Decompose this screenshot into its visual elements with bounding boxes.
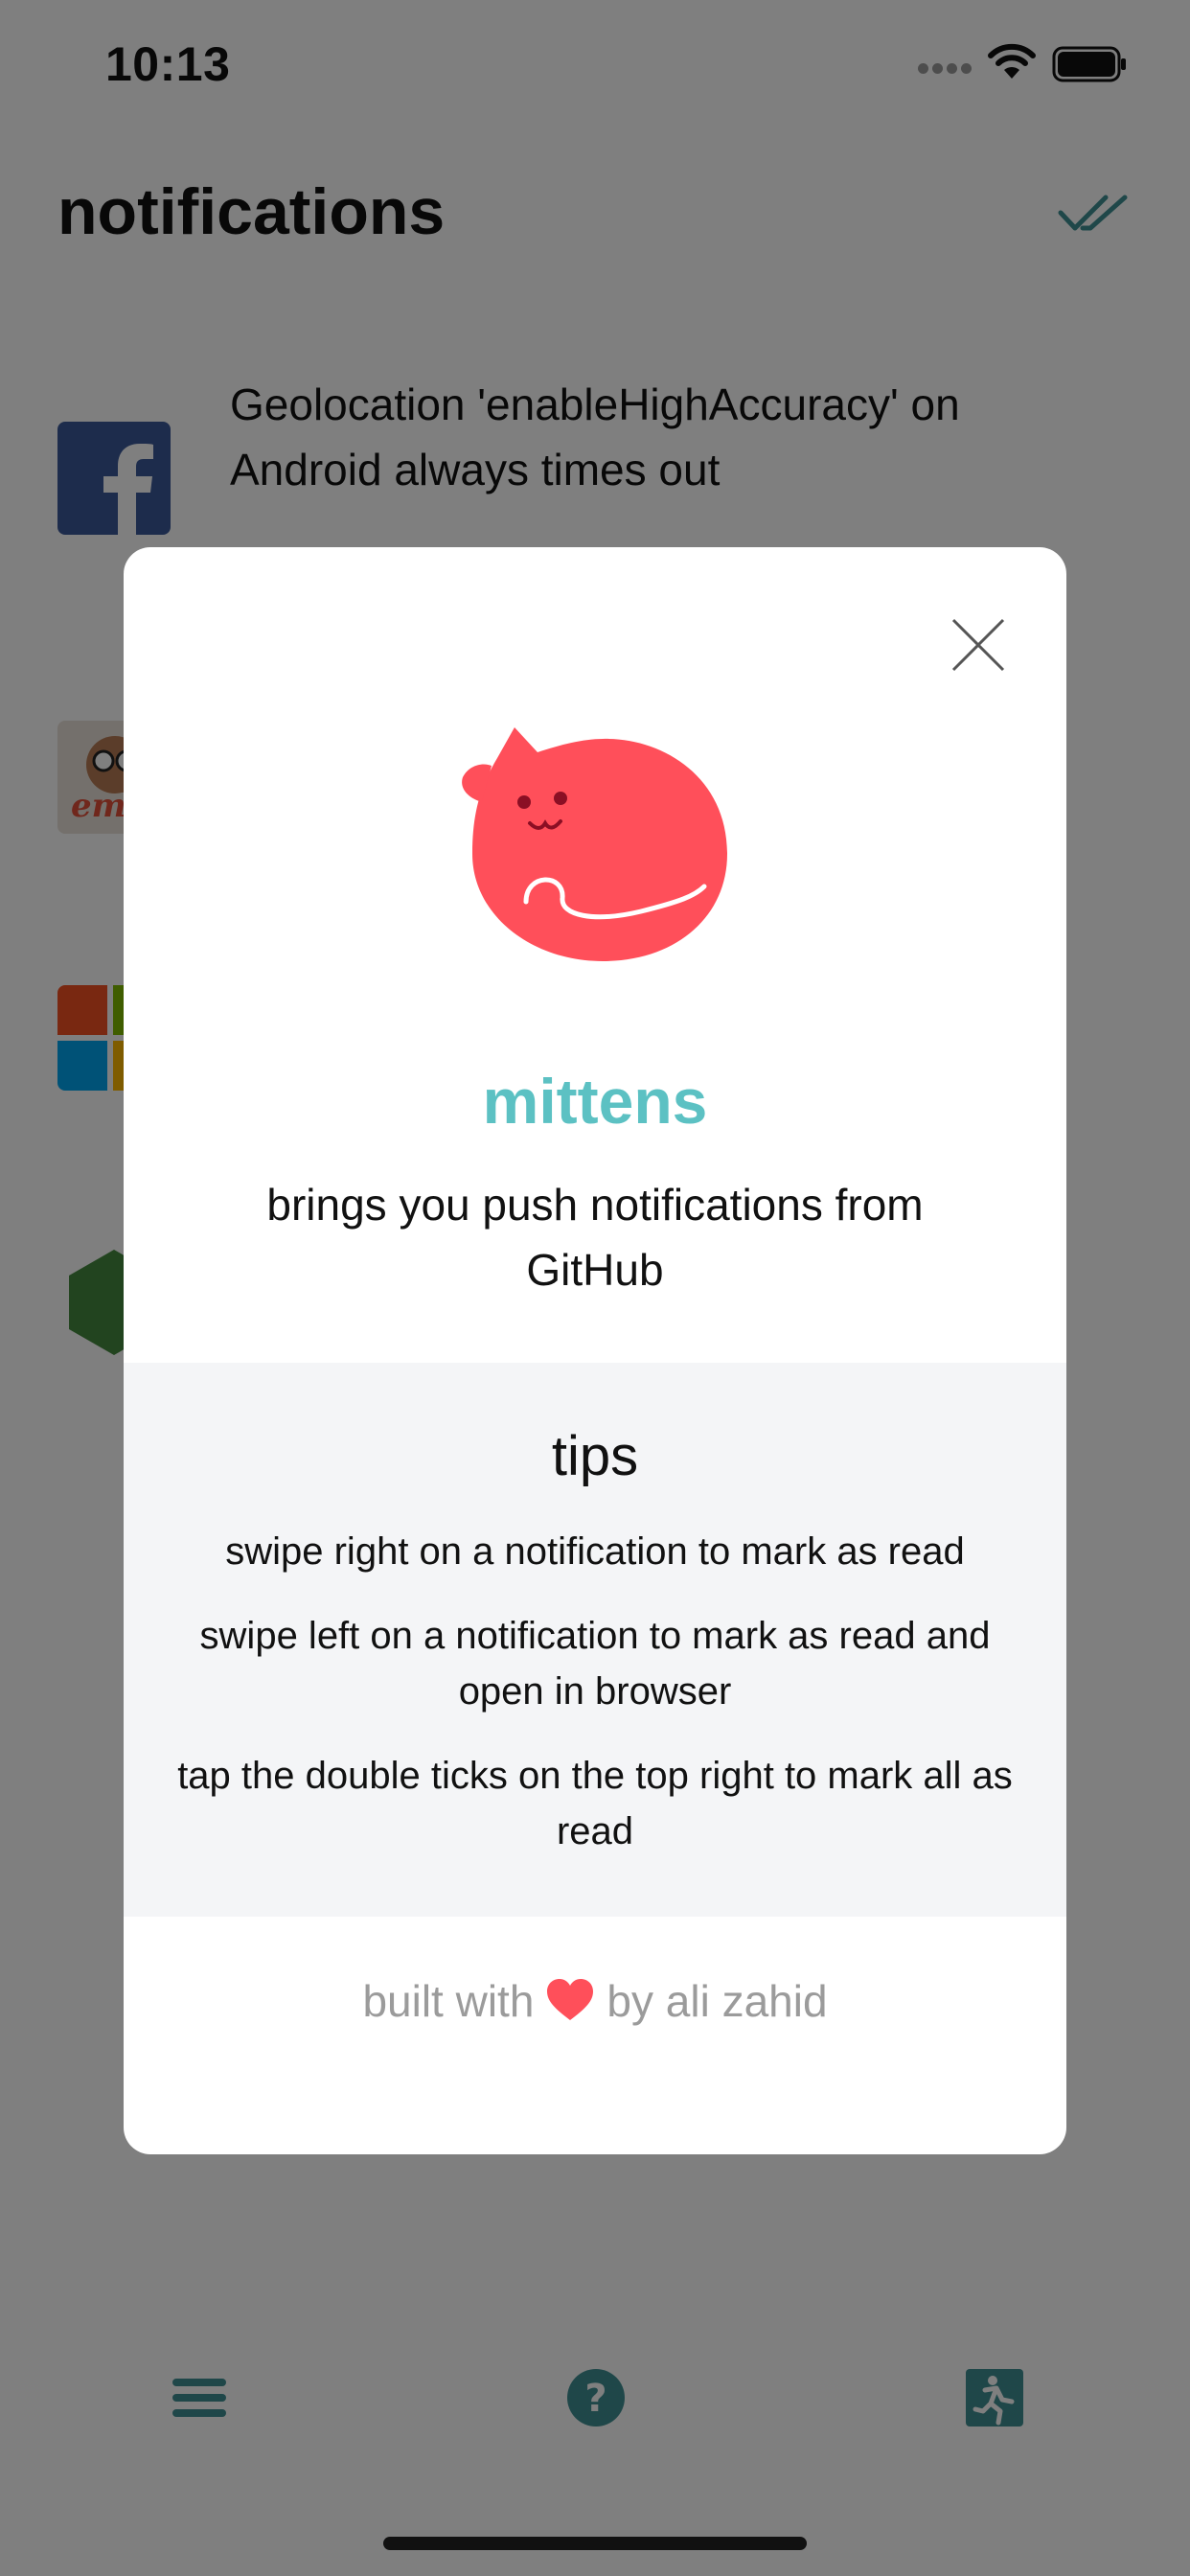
app-tagline: brings you push notifications from GitHu…	[266, 1180, 924, 1295]
tip-item: tap the double ticks on the top right to…	[177, 1755, 1013, 1852]
footer-suffix: by ali zahid	[606, 1976, 828, 2026]
welcome-modal: mittens brings you push notifications fr…	[124, 547, 1066, 2154]
close-icon[interactable]	[938, 605, 1018, 685]
heart-icon	[547, 1979, 594, 2020]
tips-section: tips swipe right on a notification to ma…	[124, 1363, 1066, 1917]
home-indicator	[383, 2537, 807, 2550]
mittens-cat-logo	[462, 727, 727, 961]
app-name: mittens	[482, 1066, 708, 1137]
tip-item: swipe right on a notification to mark as…	[225, 1530, 965, 1573]
footer-prefix: built with	[362, 1976, 535, 2026]
tip-item: swipe left on a notification to mark as …	[199, 1615, 991, 1713]
tips-title: tips	[551, 1425, 639, 1487]
credits-footer: built with by ali zahid	[124, 1975, 1066, 2027]
